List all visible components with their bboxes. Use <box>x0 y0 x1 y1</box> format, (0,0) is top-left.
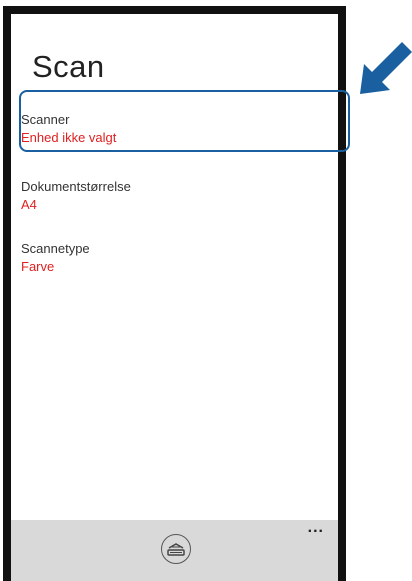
setting-scan-type[interactable]: Scannetype Farve <box>21 240 311 276</box>
app-screen: Scan Scanner Enhed ikke valgt Dokumentst… <box>11 14 338 581</box>
setting-scanner[interactable]: Scanner Enhed ikke valgt <box>21 111 311 147</box>
scan-button[interactable] <box>161 534 191 564</box>
app-bar: ... <box>11 520 338 581</box>
setting-label: Dokumentstørrelse <box>21 179 131 194</box>
setting-value: A4 <box>21 197 37 212</box>
setting-document-size[interactable]: Dokumentstørrelse A4 <box>21 178 311 214</box>
page-title: Scan <box>32 49 105 84</box>
setting-label: Scanner <box>21 112 70 127</box>
scan-icon <box>167 543 185 556</box>
setting-value: Farve <box>21 259 55 274</box>
setting-value: Enhed ikke valgt <box>21 130 117 145</box>
pointer-arrow-icon <box>360 42 412 94</box>
setting-label: Scannetype <box>21 241 90 256</box>
more-options-button[interactable]: ... <box>308 520 324 536</box>
phone-frame: Scan Scanner Enhed ikke valgt Dokumentst… <box>3 6 346 581</box>
